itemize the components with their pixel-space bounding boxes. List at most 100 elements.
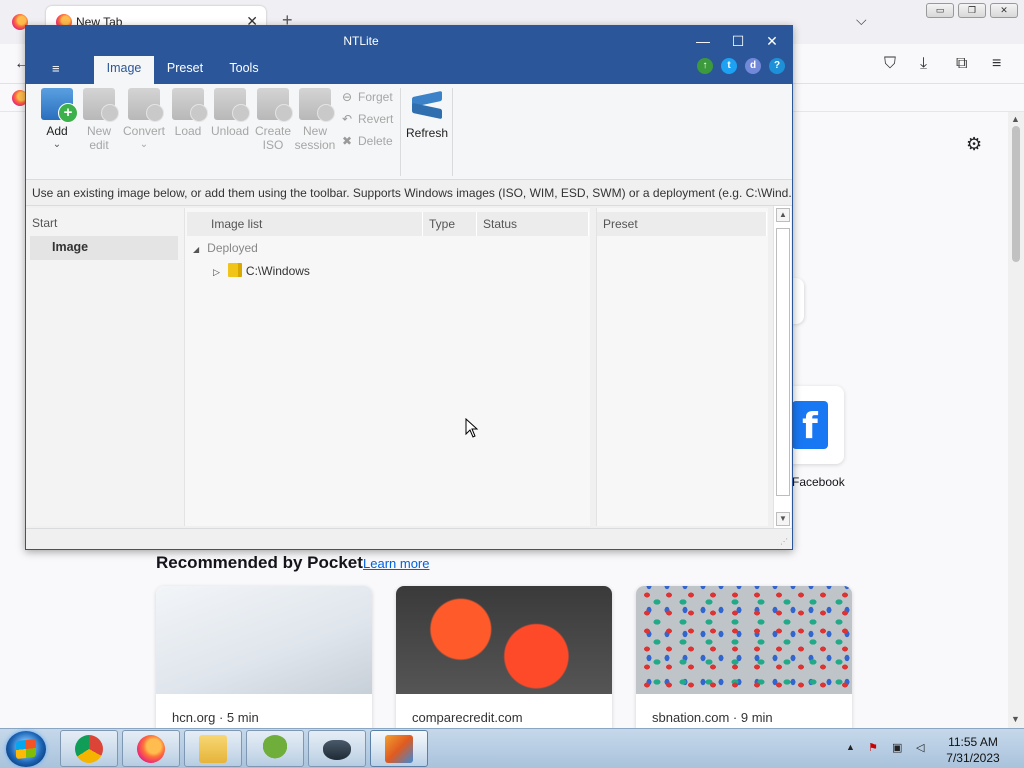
pocket-icon[interactable]: ⛉ [884, 55, 896, 73]
info-bar: Use an existing image below, or add them… [26, 180, 792, 206]
downloads-icon[interactable]: ⤓ [920, 55, 927, 73]
help-icon[interactable]: ? [769, 58, 785, 74]
refresh-icon [410, 88, 444, 122]
tree-group-label: Deployed [207, 241, 258, 255]
close-button[interactable]: ✕ [757, 30, 787, 52]
image-list-panel: Image list Type Status ◢ Deployed ▷ C:\Win… [184, 208, 590, 526]
image-list-scrollbar[interactable]: ▲ ▼ [773, 206, 791, 528]
refresh-button[interactable]: Refresh [404, 88, 450, 140]
taskbar-boat-app[interactable] [308, 730, 366, 767]
list-all-tabs-button[interactable]: ⌵ [856, 12, 867, 29]
pocket-learn-more-link[interactable]: Learn more [363, 556, 429, 571]
ribbon-toolbar: Add ⌄ New edit Convert ⌄ Load Unload Cre… [26, 84, 792, 180]
taskbar-chrome[interactable] [60, 730, 118, 767]
hamburger-menu-icon[interactable]: ≡ [992, 55, 1001, 73]
maximize-button[interactable]: ☐ [723, 30, 753, 52]
new-session-label-1: New [302, 124, 327, 138]
pocket-card-image [636, 586, 852, 694]
taskbar-explorer[interactable] [184, 730, 242, 767]
volume-muted-icon[interactable]: ◁ [916, 741, 930, 755]
update-arrow-icon[interactable]: ↑ [697, 58, 713, 74]
scroll-down-icon[interactable]: ▼ [776, 512, 790, 526]
add-image-icon [41, 88, 78, 123]
system-clock[interactable]: 11:55 AM 7/31/2023 [938, 734, 1008, 766]
scroll-up-icon[interactable]: ▲ [776, 208, 790, 222]
new-session-button[interactable]: New session [294, 88, 336, 152]
taskbar-tree-app[interactable] [246, 730, 304, 767]
tree-icon [261, 735, 289, 763]
column-image-list[interactable]: Image list [187, 212, 423, 236]
pocket-card[interactable]: comparecredit.com [396, 586, 612, 736]
add-button[interactable]: Add ⌄ [36, 88, 78, 152]
taskbar-ntlite[interactable] [370, 730, 428, 767]
revert-button[interactable]: ↶ Revert [340, 112, 393, 126]
convert-label: Convert [122, 124, 166, 138]
scroll-up-icon[interactable]: ▲ [1011, 114, 1020, 124]
collapse-icon[interactable]: ◢ [193, 245, 199, 254]
app-menu-icon[interactable]: ≡ [52, 61, 60, 76]
new-edit-button[interactable]: New edit [78, 88, 120, 152]
pocket-card-image [396, 586, 612, 694]
taskbar-firefox[interactable] [122, 730, 180, 767]
window-restore-button[interactable]: ❐ [958, 3, 986, 18]
column-preset[interactable]: Preset [597, 212, 767, 236]
pocket-card-source: hcn.org · 5 min [172, 710, 259, 725]
start-item-image[interactable]: Image [30, 236, 178, 260]
unload-button[interactable]: Unload [209, 88, 251, 138]
tree-item-windows[interactable]: ▷ C:\Windows [213, 263, 310, 278]
create-iso-label-2: ISO [262, 138, 284, 152]
start-header: Start [32, 216, 58, 230]
new-session-icon [299, 88, 335, 122]
settings-gear-icon[interactable]: ⚙ [966, 134, 982, 155]
scroll-down-icon[interactable]: ▼ [1011, 714, 1020, 724]
action-center-flag-icon[interactable]: ⚑ [868, 741, 882, 755]
chevron-down-icon[interactable]: ⌄ [36, 138, 78, 152]
new-edit-icon [83, 88, 119, 122]
page-scrollbar[interactable]: ▲ ▼ [1008, 112, 1024, 728]
ribbon-divider [452, 88, 453, 176]
add-label: Add [46, 124, 68, 138]
scrollbar-thumb[interactable] [776, 228, 790, 496]
window-title: NTLite [343, 34, 379, 48]
create-iso-button[interactable]: Create ISO [252, 88, 294, 152]
pocket-card-image [156, 586, 372, 694]
extensions-icon[interactable]: ⧉ [956, 55, 967, 73]
status-bar: ⋰ [26, 528, 792, 549]
chrome-icon [75, 735, 103, 763]
tab-tools[interactable]: Tools [218, 56, 270, 84]
load-icon [172, 88, 208, 122]
show-hidden-icons-button[interactable]: ▲ [846, 742, 855, 752]
ntlite-icon [385, 735, 413, 763]
network-icon[interactable]: ▣ [892, 741, 906, 755]
minimize-button[interactable]: — [688, 30, 718, 52]
forget-label: Forget [358, 90, 393, 104]
forget-button[interactable]: ⊖ Forget [340, 90, 393, 104]
create-iso-label-1: Create [254, 124, 292, 138]
pocket-card[interactable]: hcn.org · 5 min [156, 586, 372, 736]
chevron-down-icon[interactable]: ⌄ [120, 138, 168, 152]
firefox-icon [137, 735, 165, 763]
resize-grip-icon[interactable]: ⋰ [780, 537, 788, 546]
revert-icon: ↶ [341, 112, 353, 126]
tab-image[interactable]: Image [94, 56, 154, 84]
column-type[interactable]: Type [423, 212, 477, 236]
refresh-label: Refresh [405, 126, 449, 140]
ntlite-title-bar[interactable]: NTLite — ☐ ✕ ≡ Image Preset Tools ↑ t d … [26, 26, 792, 84]
tab-preset[interactable]: Preset [158, 56, 212, 84]
tree-group-deployed[interactable]: ◢ Deployed [193, 241, 258, 255]
column-status[interactable]: Status [477, 212, 589, 236]
revert-label: Revert [358, 112, 394, 126]
windows-taskbar: ▲ ⚑ ▣ ◁ 11:55 AM 7/31/2023 [0, 728, 1024, 768]
delete-button[interactable]: ✖ Delete [340, 134, 393, 148]
window-minimize-button[interactable]: ▭ [926, 3, 954, 18]
pocket-card[interactable]: sbnation.com · 9 min [636, 586, 852, 736]
page-scrollbar-thumb[interactable] [1012, 126, 1020, 262]
discord-icon[interactable]: d [745, 58, 761, 74]
convert-button[interactable]: Convert ⌄ [120, 88, 168, 152]
load-button[interactable]: Load [167, 88, 209, 138]
preset-panel: Preset [596, 208, 768, 526]
unload-label: Unload [210, 124, 250, 138]
expand-icon[interactable]: ▷ [213, 267, 220, 277]
twitter-icon[interactable]: t [721, 58, 737, 74]
window-close-button[interactable]: ✕ [990, 3, 1018, 18]
